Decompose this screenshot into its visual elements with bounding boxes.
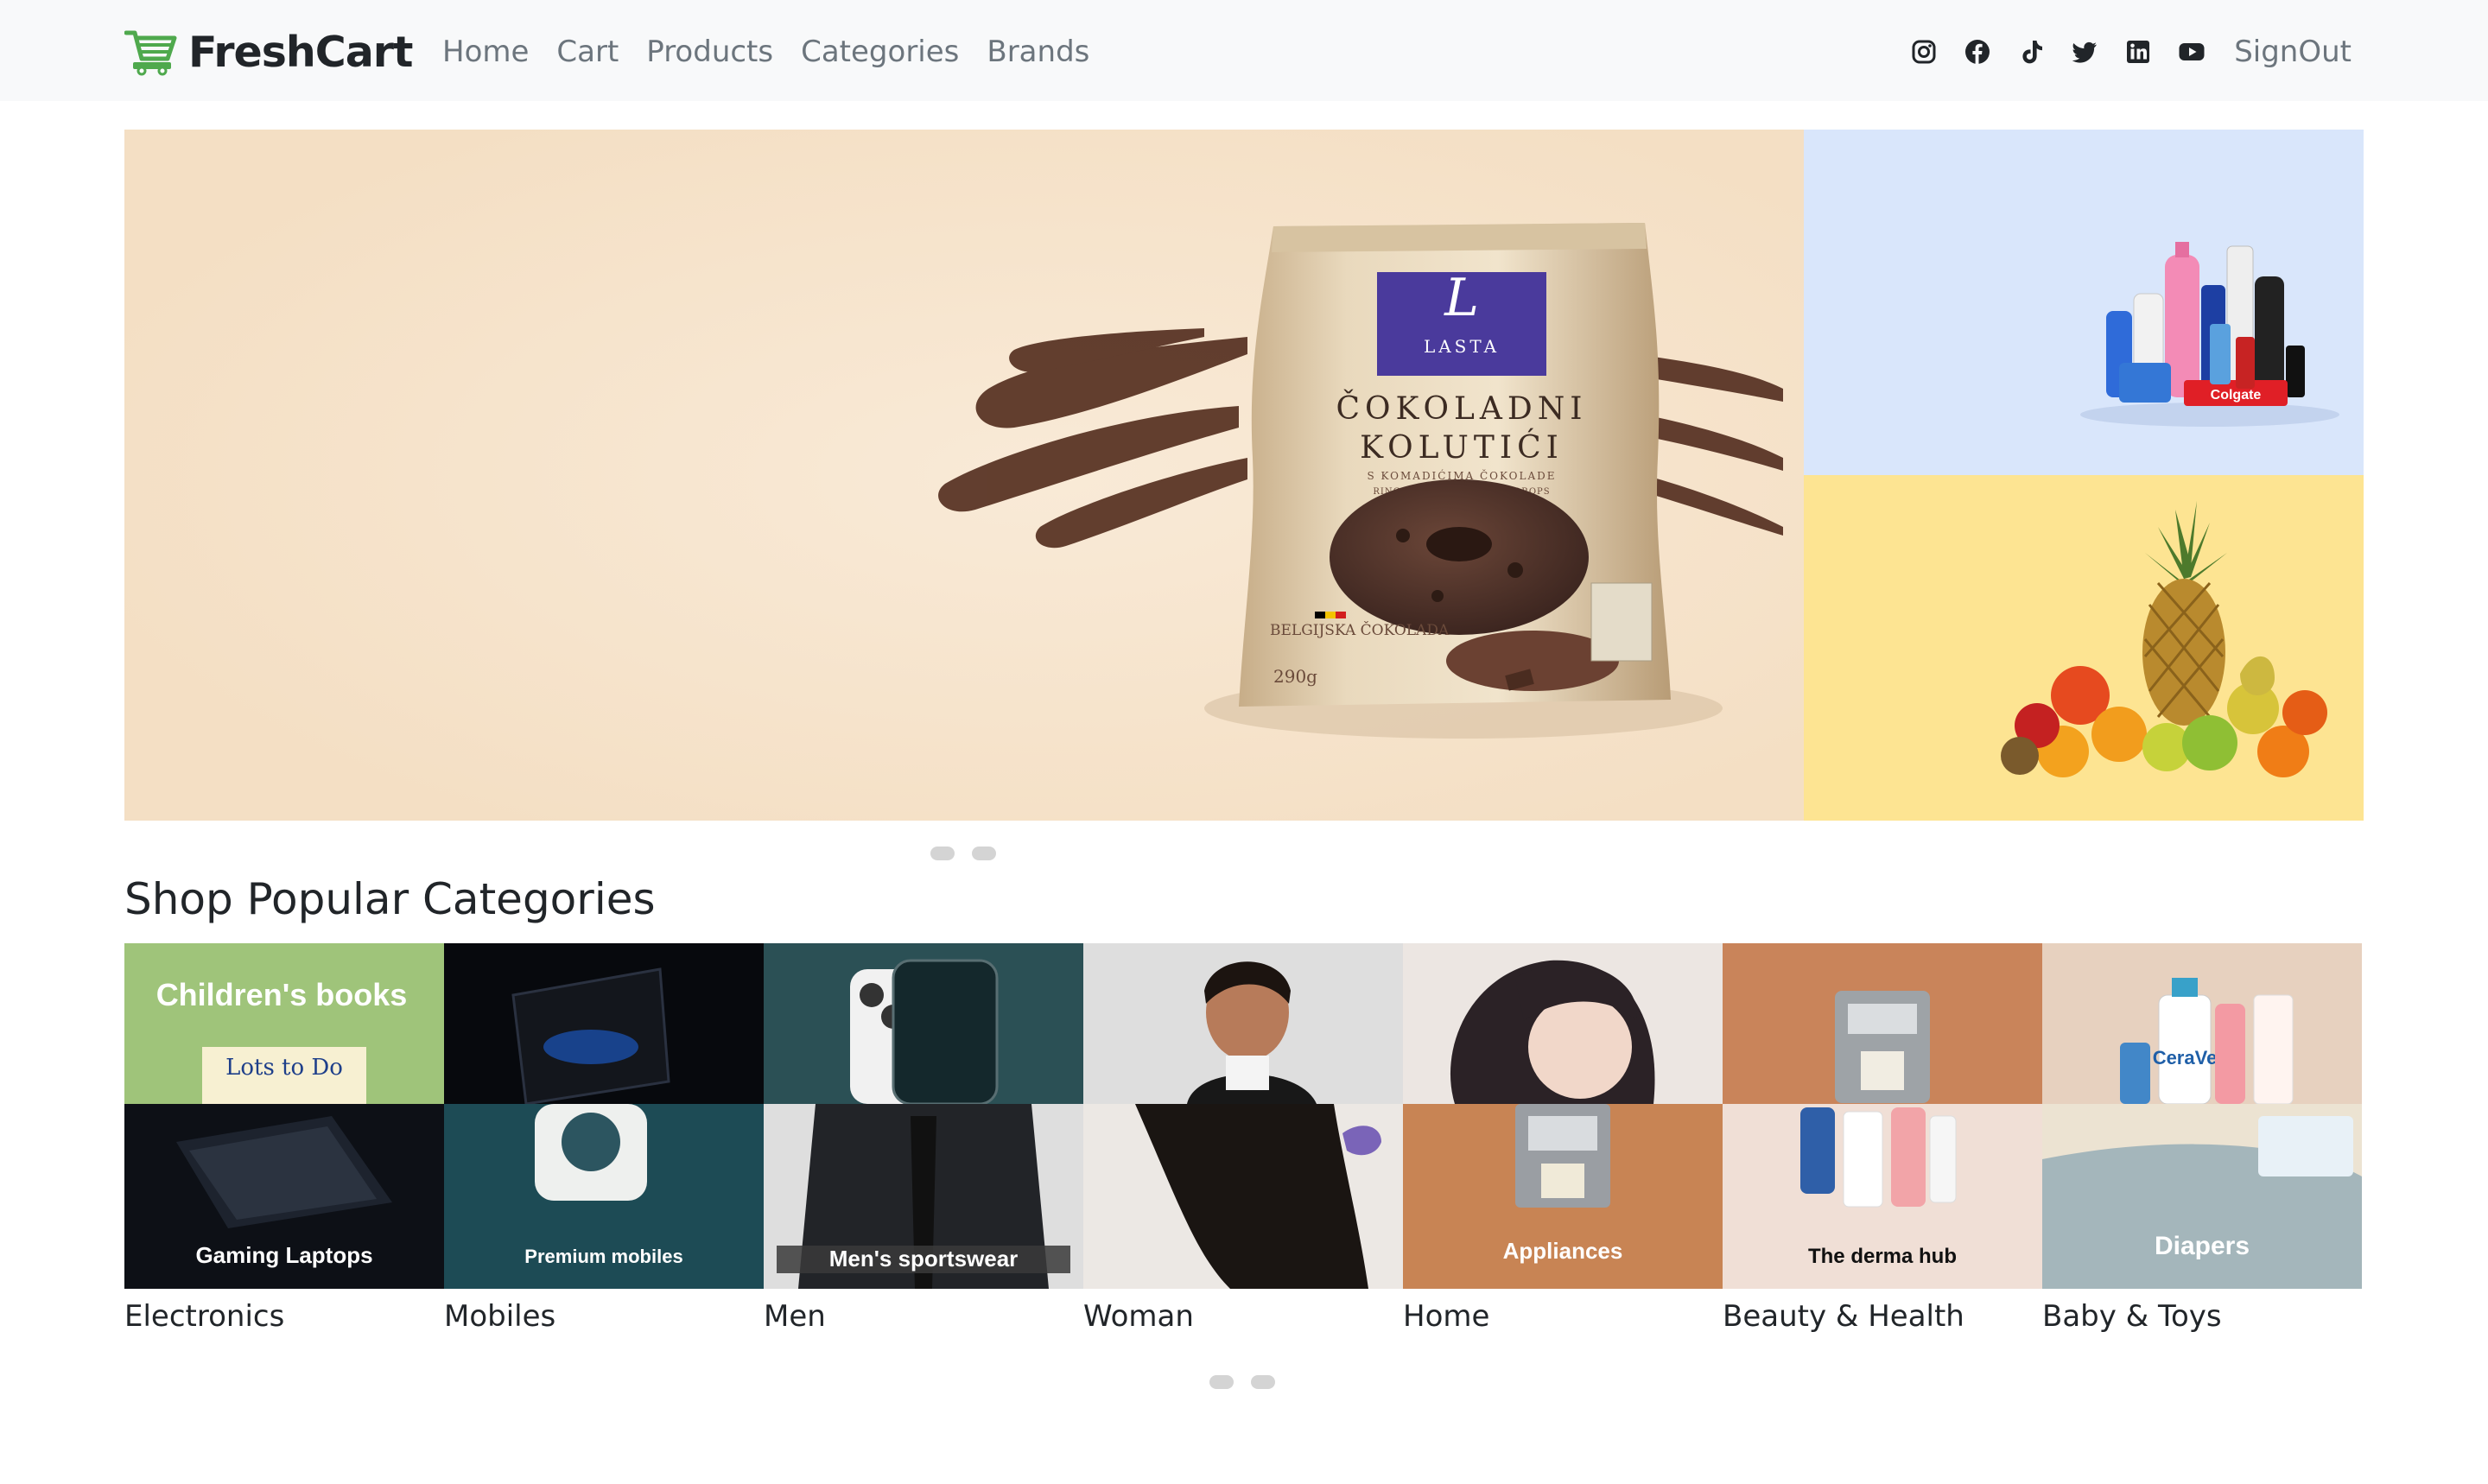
hero-side-personal-care[interactable]: Colgate bbox=[1804, 130, 2364, 475]
svg-text:Diapers: Diapers bbox=[2155, 1232, 2250, 1260]
hero-carousel-dots bbox=[930, 847, 1013, 860]
category-card-electronics[interactable]: Lots to Do Children's books Gaming Lapto… bbox=[124, 943, 444, 1334]
nav-link-home[interactable]: Home bbox=[442, 31, 529, 73]
category-image-men: Men's sportswear bbox=[764, 943, 1083, 1289]
brand-name: FreshCart bbox=[188, 27, 413, 77]
category-card-mobiles[interactable]: Premium mobiles Mobiles bbox=[444, 943, 764, 1334]
category-name-electronics[interactable]: Electronics bbox=[124, 1299, 284, 1334]
svg-text:Appliances: Appliances bbox=[1503, 1238, 1623, 1264]
nav-links: Home Cart Products Categories Brands bbox=[442, 31, 1117, 73]
category-card-baby-toys[interactable]: CeraVe Diapers Baby & Toys bbox=[2042, 943, 2362, 1334]
brand-logo[interactable]: FreshCart bbox=[124, 26, 413, 78]
categories-slider: Lots to Do Children's books Gaming Lapto… bbox=[124, 943, 2364, 1334]
category-name-woman[interactable]: Woman bbox=[1083, 1299, 1194, 1334]
navbar: FreshCart Home Cart Products Categories … bbox=[0, 0, 2488, 101]
svg-text:L: L bbox=[1444, 268, 1479, 328]
category-image-home: Appliances bbox=[1403, 943, 1723, 1289]
nav-right: SignOut bbox=[1885, 31, 2352, 73]
svg-text:Premium mobiles: Premium mobiles bbox=[524, 1246, 682, 1267]
category-image-woman bbox=[1083, 943, 1403, 1289]
svg-text:LASTA: LASTA bbox=[1424, 336, 1500, 357]
categories-title: Shop Popular Categories bbox=[124, 874, 656, 924]
category-name-mobiles[interactable]: Mobiles bbox=[444, 1299, 555, 1334]
nav-link-categories[interactable]: Categories bbox=[801, 31, 959, 73]
hero-dot-2[interactable] bbox=[972, 847, 996, 860]
category-image-mobiles: Premium mobiles bbox=[444, 943, 764, 1289]
svg-text:Children's books: Children's books bbox=[156, 977, 408, 1012]
hero-main-slide[interactable]: L LASTA ČOKOLADNI KOLUTIĆI S KOMADIĆIMA … bbox=[124, 130, 1804, 821]
nav-link-brands[interactable]: Brands bbox=[987, 31, 1089, 73]
category-image-beauty-health: The derma hub bbox=[1723, 943, 2042, 1289]
svg-text:Lots to Do: Lots to Do bbox=[225, 1055, 343, 1081]
svg-text:Men's sportswear: Men's sportswear bbox=[829, 1246, 1019, 1272]
category-card-beauty-health[interactable]: The derma hub Beauty & Health bbox=[1723, 943, 2042, 1334]
instagram-icon[interactable] bbox=[1909, 37, 1939, 67]
category-image-electronics: Lots to Do Children's books Gaming Lapto… bbox=[124, 943, 444, 1289]
nav-link-cart[interactable]: Cart bbox=[556, 31, 619, 73]
hero-side-fruits[interactable] bbox=[1804, 475, 2364, 821]
category-name-beauty-health[interactable]: Beauty & Health bbox=[1723, 1299, 1964, 1334]
category-card-woman[interactable]: Woman bbox=[1083, 943, 1403, 1334]
svg-text:CeraVe: CeraVe bbox=[2153, 1047, 2218, 1069]
svg-text:The derma hub: The derma hub bbox=[1808, 1245, 1957, 1268]
linkedin-icon[interactable] bbox=[2123, 37, 2153, 67]
categories-dot-1[interactable] bbox=[1209, 1375, 1234, 1389]
tiktok-icon[interactable] bbox=[2016, 37, 2046, 67]
svg-text:ČOKOLADNI: ČOKOLADNI bbox=[1336, 390, 1588, 427]
hero-banner: L LASTA ČOKOLADNI KOLUTIĆI S KOMADIĆIMA … bbox=[124, 130, 2364, 821]
nav-link-products[interactable]: Products bbox=[646, 31, 773, 73]
youtube-icon[interactable] bbox=[2177, 37, 2206, 67]
signout-link[interactable]: SignOut bbox=[2234, 31, 2352, 73]
hero-dot-1[interactable] bbox=[930, 847, 955, 860]
facebook-icon[interactable] bbox=[1963, 37, 1992, 67]
fruits-image bbox=[2001, 501, 2327, 777]
category-image-baby-toys: CeraVe Diapers bbox=[2042, 943, 2362, 1289]
category-name-men[interactable]: Men bbox=[764, 1299, 826, 1334]
category-card-men[interactable]: Men's sportswear Men bbox=[764, 943, 1083, 1334]
personal-care-products-image: Colgate bbox=[2080, 242, 2339, 427]
svg-text:KOLUTIĆI: KOLUTIĆI bbox=[1360, 429, 1564, 466]
cart-logo-icon bbox=[124, 30, 177, 76]
category-name-baby-toys[interactable]: Baby & Toys bbox=[2042, 1299, 2222, 1334]
categories-carousel-dots bbox=[1209, 1375, 1292, 1389]
svg-text:BELGIJSKA ČOKOLADA: BELGIJSKA ČOKOLADA bbox=[1270, 621, 1450, 639]
svg-text:Gaming Laptops: Gaming Laptops bbox=[195, 1242, 372, 1268]
category-card-home[interactable]: Appliances Home bbox=[1403, 943, 1723, 1334]
category-name-home[interactable]: Home bbox=[1403, 1299, 1489, 1334]
categories-dot-2[interactable] bbox=[1251, 1375, 1275, 1389]
twitter-icon[interactable] bbox=[2070, 37, 2099, 67]
svg-text:290g: 290g bbox=[1273, 666, 1317, 687]
chocolate-rings-product-image: L LASTA ČOKOLADNI KOLUTIĆI S KOMADIĆIMA … bbox=[124, 130, 1804, 821]
svg-text:Colgate: Colgate bbox=[2211, 388, 2262, 403]
